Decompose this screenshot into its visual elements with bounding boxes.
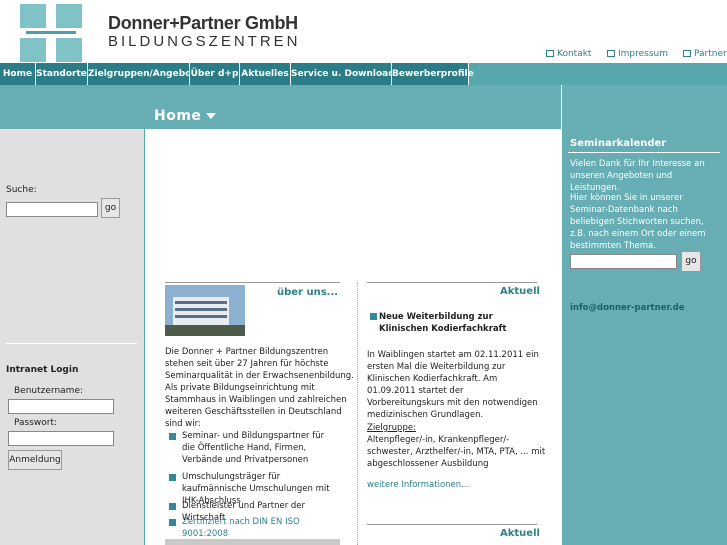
search-label: Suche: [6, 185, 37, 195]
divider [568, 152, 720, 153]
left-sidebar: Suche: go Intranet Login Benutzername: P… [0, 129, 144, 545]
divider [367, 282, 537, 283]
calendar-help: Hier können Sie in unserer Seminar-Daten… [570, 193, 706, 251]
search-input[interactable] [6, 202, 98, 217]
intranet-title: Intranet Login [6, 365, 79, 375]
password-label: Passwort: [14, 418, 58, 428]
password-field[interactable] [8, 431, 114, 446]
divider [6, 343, 137, 344]
seminar-calendar-title: Seminarkalender [570, 138, 667, 149]
nav-service[interactable]: Service u. Downloads [291, 63, 400, 85]
certification-link[interactable]: Zertifiziert nach DIN EN ISO 9001:2008 [182, 516, 337, 540]
top-links: Kontakt Impressum Partner [540, 49, 727, 61]
seminar-search-button[interactable]: go [681, 251, 701, 272]
seminar-search-input[interactable] [570, 254, 677, 269]
main-content: über uns... Die Donner + Partner Bildung… [144, 129, 561, 545]
column-divider [357, 283, 358, 545]
username-label: Benutzername: [14, 386, 84, 396]
brand-subtitle: BILDUNGSZENTREN [108, 33, 301, 50]
bullet-icon [169, 503, 176, 510]
calendar-intro: Vielen Dank für Ihr Interesse an unseren… [570, 159, 705, 193]
top-link-partner[interactable]: Partner [683, 49, 727, 59]
nav-zielgruppen[interactable]: Zielgruppen/Angebote [88, 63, 202, 85]
login-button[interactable]: Anmeldung [8, 450, 62, 470]
nav-bewerberprofile[interactable]: Bewerberprofile [392, 63, 474, 85]
brand-name: Donner+Partner GmbH [108, 13, 298, 33]
top-link-kontakt[interactable]: Kontakt [546, 49, 591, 59]
news-heading: Aktuell [500, 286, 540, 297]
bullet-icon [169, 519, 176, 526]
divider [165, 282, 340, 283]
email-link[interactable]: info@donner-partner.de [570, 303, 684, 313]
news-text: In Waiblingen startet am 02.11.2011 ein … [367, 350, 539, 420]
nav-standorte[interactable]: Standorte [36, 63, 88, 85]
logo[interactable] [20, 4, 82, 62]
nav-home[interactable]: Home [0, 63, 36, 85]
page-title: Home [154, 108, 202, 124]
nav-aktuelles[interactable]: Aktuelles [240, 63, 291, 85]
about-bullet: Seminar- und Bildungspartner für die Öff… [182, 431, 325, 465]
news-title[interactable]: Neue Weiterbildung zur Klinischen Kodier… [379, 311, 529, 335]
right-sidebar: Seminarkalender Vielen Dank für Ihr Inte… [561, 85, 727, 545]
more-info-link[interactable]: weitere Informationen... [367, 479, 469, 491]
bullet-icon [169, 474, 176, 481]
mail-icon [546, 50, 554, 57]
info-icon [607, 50, 615, 57]
username-field[interactable] [8, 399, 114, 414]
target-group-text: Altenpfleger/-in, Krankenpfleger/-schwes… [367, 435, 546, 469]
target-group-label: Zielgruppe: [367, 423, 416, 433]
nav-ueber[interactable]: Über d+p [190, 63, 240, 85]
page-band: Home [0, 85, 561, 129]
news-heading-2: Aktuell [500, 528, 540, 539]
info-icon [683, 50, 691, 57]
main-nav: Home Standorte Zielgruppen/Angebote Über… [0, 63, 727, 85]
building-photo [165, 285, 245, 336]
divider [367, 524, 537, 525]
search-go-button[interactable]: go [101, 198, 120, 218]
top-link-impressum[interactable]: Impressum [607, 49, 668, 59]
about-intro: Die Donner + Partner Bildungszentren ste… [165, 347, 354, 429]
bullet-icon [169, 433, 176, 440]
bullet-icon [370, 313, 377, 320]
teaser-image [165, 539, 340, 545]
chevron-down-icon[interactable] [206, 113, 216, 119]
about-heading[interactable]: über uns... [277, 287, 338, 298]
